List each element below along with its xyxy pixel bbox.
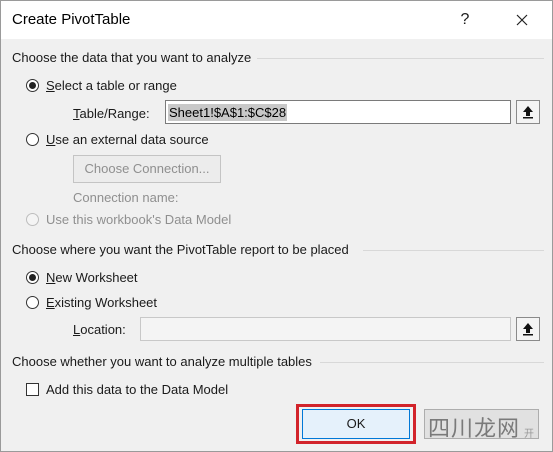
existing-worksheet-radio[interactable] xyxy=(26,296,39,309)
watermark-text: 四川龙网 xyxy=(428,417,521,442)
table-range-input[interactable]: Sheet1!$A$1:$C$28 xyxy=(165,100,511,124)
select-table-radio[interactable] xyxy=(26,79,39,92)
multiple-tables-section-heading: Choose whether you want to analyze multi… xyxy=(12,354,312,369)
external-source-radio[interactable] xyxy=(26,133,39,146)
add-to-data-model-checkbox[interactable] xyxy=(26,383,39,396)
title-bar: Create PivotTable ? xyxy=(1,1,552,39)
close-icon xyxy=(516,14,528,26)
upload-arrow-icon xyxy=(523,106,533,119)
close-button[interactable] xyxy=(509,7,535,33)
watermark-small-text: 开 xyxy=(524,429,534,440)
data-model-radio[interactable] xyxy=(26,213,39,226)
location-input[interactable] xyxy=(140,317,511,341)
connection-name-label: Connection name: xyxy=(73,190,179,205)
section-divider xyxy=(257,58,544,59)
table-range-value: Sheet1!$A$1:$C$28 xyxy=(168,104,288,121)
upload-arrow-icon xyxy=(523,323,533,336)
ok-button[interactable]: OK xyxy=(302,409,410,439)
new-worksheet-radio[interactable] xyxy=(26,271,39,284)
existing-worksheet-label[interactable]: Existing Worksheet xyxy=(46,295,157,310)
dialog-title: Create PivotTable xyxy=(12,11,131,28)
choose-connection-button[interactable]: Choose Connection... xyxy=(73,155,221,183)
new-worksheet-label[interactable]: New Worksheet xyxy=(46,270,138,285)
location-label: Location: xyxy=(73,322,126,337)
help-button[interactable]: ? xyxy=(453,7,477,33)
table-range-label: Table/Range: xyxy=(73,106,150,121)
data-section-heading: Choose the data that you want to analyze xyxy=(12,50,252,65)
external-source-label[interactable]: Use an external data source xyxy=(46,132,209,147)
create-pivottable-dialog: Create PivotTable ? Choose the data that… xyxy=(0,0,553,452)
select-table-label[interactable]: Select a table or range xyxy=(46,78,177,93)
location-collapse-button[interactable] xyxy=(516,317,540,341)
data-model-label[interactable]: Use this workbook's Data Model xyxy=(46,212,231,227)
table-range-collapse-button[interactable] xyxy=(516,100,540,124)
add-to-data-model-label[interactable]: Add this data to the Data Model xyxy=(46,382,228,397)
section-divider xyxy=(320,362,544,363)
placement-section-heading: Choose where you want the PivotTable rep… xyxy=(12,242,349,257)
section-divider xyxy=(363,250,544,251)
